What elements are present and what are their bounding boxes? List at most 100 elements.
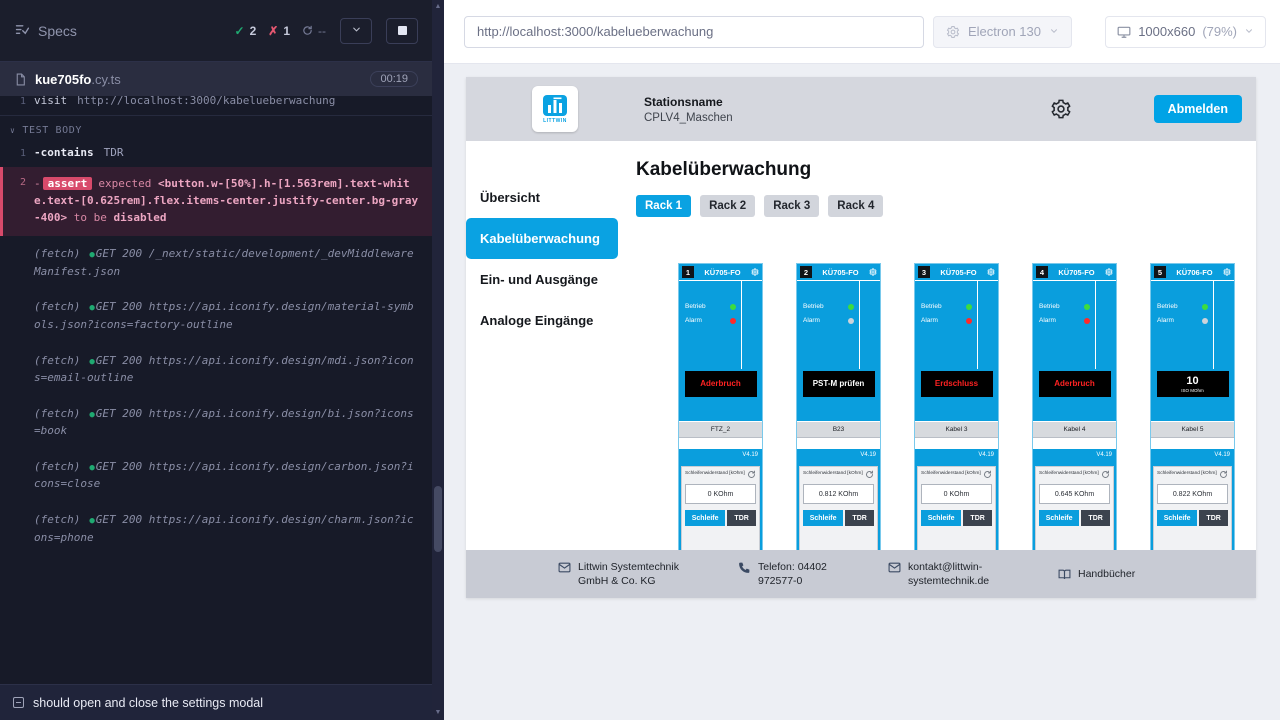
cable-name: B23	[797, 421, 880, 437]
command-name: -contains	[34, 146, 94, 159]
betrieb-led	[1202, 304, 1208, 310]
x-icon: ✗	[268, 24, 278, 38]
tab-rack-2[interactable]: Rack 2	[700, 195, 755, 217]
test-body-section[interactable]: ∨ TEST BODY	[0, 116, 432, 141]
refresh-icon[interactable]	[1101, 470, 1110, 479]
tab-rack-4[interactable]: Rack 4	[828, 195, 883, 217]
spec-name: kue705fo.cy.ts	[35, 72, 121, 87]
browser-select[interactable]: Electron 130	[933, 16, 1072, 48]
schleife-button[interactable]: Schleife	[1157, 510, 1197, 526]
refresh-icon[interactable]	[1219, 470, 1228, 479]
sidebar-item-kabelueberwachung[interactable]: Kabelüberwachung	[466, 218, 618, 259]
tdr-button[interactable]: TDR	[1199, 510, 1228, 526]
stop-run-button[interactable]	[386, 18, 418, 44]
spec-file-row[interactable]: kue705fo.cy.ts 00:19	[0, 62, 432, 96]
viewport-select[interactable]: 1000x660 (79%)	[1105, 16, 1266, 48]
device-cards: 1 KÜ705-FO Betrieb Alarm	[678, 263, 1256, 563]
scrollbar-track[interactable]	[432, 11, 444, 709]
schleife-button[interactable]: Schleife	[921, 510, 961, 526]
command-arg: http://localhost:3000/kabelueberwachung	[77, 96, 335, 107]
sidebar-item-analoge-eingaenge[interactable]: Analoge Eingänge	[466, 300, 618, 341]
footer-manuals-link[interactable]: Handbücher	[1058, 567, 1135, 581]
reporter-header: Specs ✓ 2 ✗ 1 --	[0, 0, 432, 62]
chevron-down-icon	[1049, 26, 1059, 38]
footer-phone: Telefon: 04402 972577-0	[738, 560, 850, 588]
success-dot: ●	[89, 357, 94, 367]
device-card: 4 KÜ705-FO Betrieb Alarm	[1032, 263, 1117, 563]
xhr-log-row[interactable]: (fetch)●GET 200 https://api.iconify.desi…	[0, 449, 432, 502]
specs-label: Specs	[38, 23, 77, 39]
collapse-tests-button[interactable]	[340, 18, 372, 44]
device-gear-icon[interactable]	[869, 268, 877, 276]
browser-stage: Electron 130 1000x660 (79%)	[444, 0, 1280, 720]
tdr-button[interactable]: TDR	[727, 510, 756, 526]
tab-rack-1[interactable]: Rack 1	[636, 195, 691, 217]
failed-assert-command[interactable]: 2 -assertexpected <button.w-[50%].h-[1.5…	[0, 167, 432, 236]
resistance-value: 0.812 KOhm	[803, 484, 874, 504]
url-input[interactable]	[464, 16, 924, 48]
chevron-down-icon	[1244, 26, 1254, 38]
xhr-log-row[interactable]: (fetch)●GET 200 https://api.iconify.desi…	[0, 502, 432, 555]
firmware-version: V4.19	[1151, 449, 1234, 461]
app-under-test-area: LITTWIN Stationsname CPLV4_Maschen Abmel…	[444, 64, 1280, 720]
spec-file-icon	[14, 73, 27, 86]
littwin-logo: LITTWIN	[532, 86, 578, 132]
refresh-icon[interactable]	[747, 470, 756, 479]
littwin-app: LITTWIN Stationsname CPLV4_Maschen Abmel…	[466, 77, 1256, 598]
schleife-button[interactable]: Schleife	[803, 510, 843, 526]
device-model: KÜ705-FO	[933, 268, 984, 277]
sidebar-item-ein-und-ausgaenge[interactable]: Ein- und Ausgänge	[466, 259, 618, 300]
logout-button[interactable]: Abmelden	[1154, 95, 1242, 123]
refresh-icon[interactable]	[865, 470, 874, 479]
xhr-log-row[interactable]: (fetch)●GET 200 https://api.iconify.desi…	[0, 396, 432, 449]
settings-gear-icon[interactable]	[1050, 98, 1072, 120]
xhr-log-row[interactable]: (fetch)●GET 200 https://api.iconify.desi…	[0, 289, 432, 342]
resistance-value: 0.822 KOhm	[1157, 484, 1228, 504]
mail-icon	[888, 560, 901, 574]
tdr-button[interactable]: TDR	[1081, 510, 1110, 526]
tdr-button[interactable]: TDR	[845, 510, 874, 526]
page-title: Kabelüberwachung	[636, 159, 1256, 181]
xhr-log-row[interactable]: (fetch)●GET 200 /_next/static/developmen…	[0, 236, 432, 289]
next-test-row[interactable]: should open and close the settings modal	[0, 684, 432, 720]
station-info: Stationsname CPLV4_Maschen	[644, 95, 733, 124]
device-card: 5 KÜ706-FO Betrieb Alarm	[1150, 263, 1235, 563]
chevron-down-icon	[351, 24, 362, 37]
slot-number: 3	[918, 266, 930, 278]
alarm-led	[1084, 318, 1090, 324]
slot-number: 1	[682, 266, 694, 278]
device-gear-icon[interactable]	[751, 268, 759, 276]
device-gear-icon[interactable]	[1105, 268, 1113, 276]
spec-timer: 00:19	[370, 71, 418, 87]
command-visit[interactable]: 1 visithttp://localhost:3000/kabelueberw…	[0, 96, 432, 116]
reporter-scrollbar: ▲ ▼	[432, 0, 444, 720]
schleife-button[interactable]: Schleife	[1039, 510, 1079, 526]
device-gear-icon[interactable]	[987, 268, 995, 276]
firmware-version: V4.19	[679, 449, 762, 461]
scroll-down-arrow[interactable]: ▼	[435, 709, 442, 717]
footer-email[interactable]: kontakt@littwin-systemtechnik.de	[888, 560, 1020, 588]
specs-button[interactable]: Specs	[14, 22, 77, 40]
schleife-button[interactable]: Schleife	[685, 510, 725, 526]
app-footer: Littwin Systemtechnik GmbH & Co. KG Tele…	[466, 550, 1256, 598]
tdr-button[interactable]: TDR	[963, 510, 992, 526]
next-test-title: should open and close the settings modal	[33, 696, 263, 710]
alarm-led	[1202, 318, 1208, 324]
refresh-icon[interactable]	[983, 470, 992, 479]
command-name: visit	[34, 96, 67, 107]
success-dot: ●	[89, 250, 94, 260]
status-display: Aderbruch	[1039, 371, 1111, 397]
scroll-up-arrow[interactable]: ▲	[435, 3, 442, 11]
status-unit: ISO MOhm	[1181, 388, 1204, 393]
device-gear-icon[interactable]	[1223, 268, 1231, 276]
success-dot: ●	[89, 410, 94, 420]
passed-count: ✓ 2	[235, 24, 257, 38]
footer-company: Littwin Systemtechnik GmbH & Co. KG	[558, 560, 700, 588]
browser-settings-icon	[946, 25, 960, 39]
sidebar-item-uebersicht[interactable]: Übersicht	[466, 177, 618, 218]
resistance-value: 0 KOhm	[685, 484, 756, 504]
command-contains[interactable]: 1 -containsTDR	[0, 141, 432, 164]
scrollbar-thumb[interactable]	[434, 486, 442, 552]
xhr-log-row[interactable]: (fetch)●GET 200 https://api.iconify.desi…	[0, 343, 432, 396]
tab-rack-3[interactable]: Rack 3	[764, 195, 819, 217]
